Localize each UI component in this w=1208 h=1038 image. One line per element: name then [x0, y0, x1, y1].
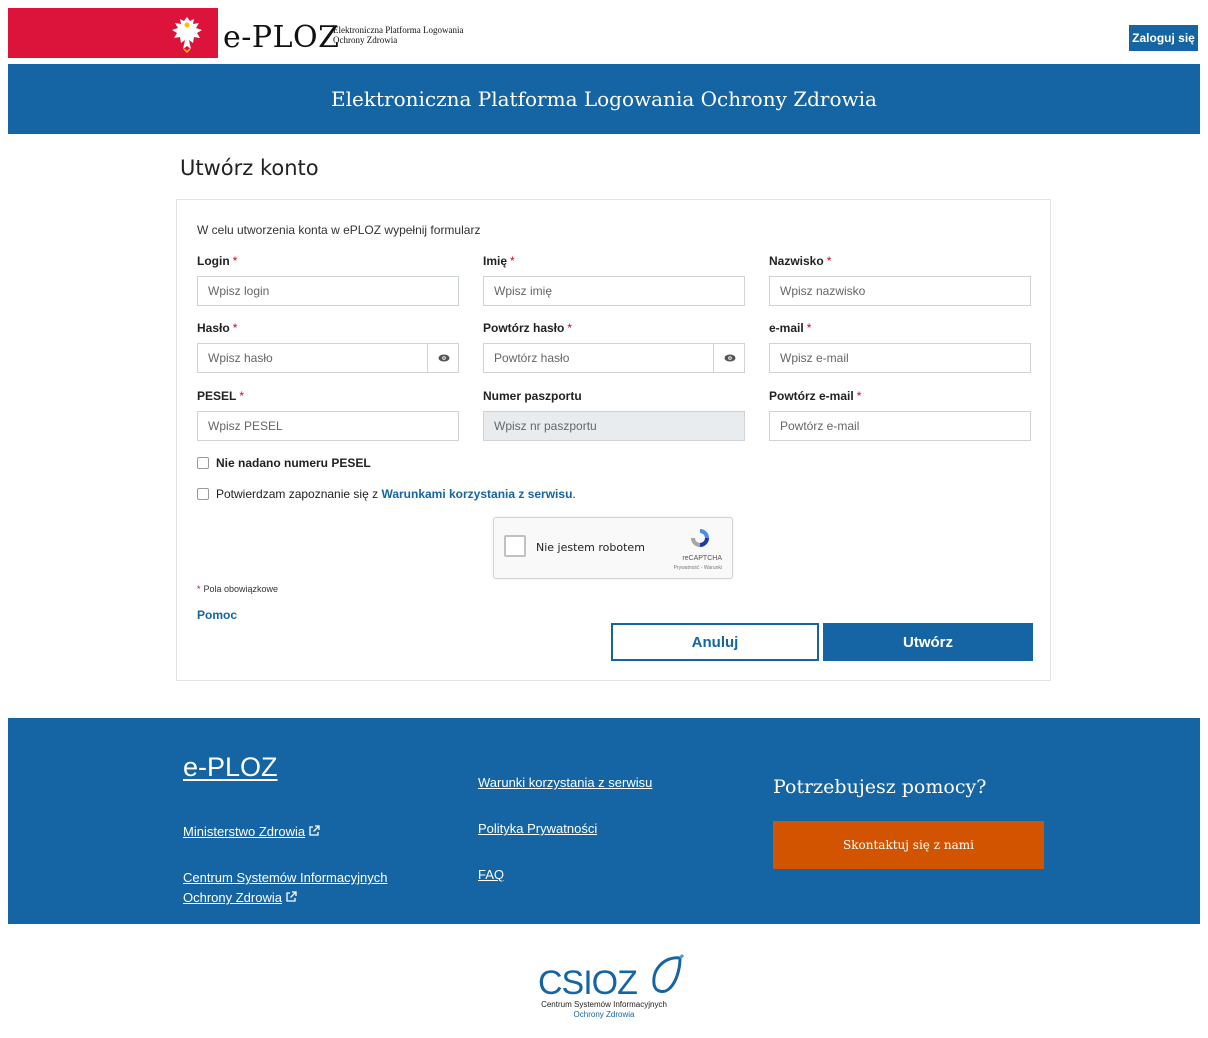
recaptcha-brand: reCAPTCHA	[682, 555, 722, 562]
external-link-icon	[309, 825, 320, 836]
bottom-logo-area: CSIOZ Centrum Systemów Informacyjnych Oc…	[8, 924, 1200, 1030]
no-pesel-row[interactable]: Nie nadano numeru PESEL	[197, 456, 371, 470]
recaptcha-checkbox[interactable]	[504, 535, 526, 557]
recaptcha-label: Nie jestem robotem	[536, 541, 645, 554]
first-name-label: Imię *	[483, 254, 515, 268]
footer-link-terms[interactable]: Warunki korzystania z serwisu	[478, 773, 652, 793]
required-note: * Pola obowiązkowe	[197, 584, 279, 594]
password-toggle[interactable]	[427, 343, 459, 373]
external-link-icon	[286, 891, 297, 902]
help-link[interactable]: Pomoc	[197, 608, 237, 622]
footer-link-faq[interactable]: FAQ	[478, 865, 504, 885]
recaptcha-links[interactable]: Prywatność - Warunki	[674, 565, 722, 571]
terms-checkbox[interactable]	[197, 488, 209, 500]
brand-sub-line1: Elektroniczna Platforma Logowania	[333, 25, 464, 35]
password-repeat-toggle[interactable]	[713, 343, 745, 373]
polish-eagle-icon	[172, 17, 202, 53]
top-bar: e-PLOZ Elektroniczna Platforma Logowania…	[8, 8, 1200, 64]
login-input[interactable]	[197, 276, 459, 306]
last-name-label: Nazwisko *	[769, 254, 832, 268]
contact-button[interactable]: Skontaktuj się z nami	[773, 821, 1044, 869]
footer-link-csioz[interactable]: Centrum Systemów Informacyjnych Ochrony …	[183, 868, 387, 908]
footer: e-PLOZ Ministerstwo Zdrowia Centrum Syst…	[8, 718, 1200, 924]
email-repeat-input[interactable]	[769, 411, 1031, 441]
csioz-logo-text: CSIOZ	[538, 964, 638, 1002]
terms-prefix: Potwierdzam zapoznanie się z	[216, 487, 379, 501]
eye-icon	[724, 354, 735, 362]
csioz-subtitle-2: Ochrony Zdrowia	[573, 1010, 635, 1019]
recaptcha-widget: Nie jestem robotem reCAPTCHA Prywatność …	[493, 517, 733, 579]
password-label: Hasło *	[197, 321, 238, 335]
create-button[interactable]: Utwórz	[823, 623, 1033, 661]
login-button[interactable]: Zaloguj się	[1129, 25, 1198, 51]
passport-input	[483, 411, 745, 441]
eye-icon	[438, 354, 449, 362]
pesel-input[interactable]	[197, 411, 459, 441]
page-title: Utwórz konto	[180, 156, 319, 180]
csioz-swoosh-icon	[652, 954, 685, 993]
footer-help-title: Potrzebujesz pomocy?	[773, 776, 987, 798]
passport-label: Numer paszportu	[483, 389, 582, 403]
terms-link[interactable]: Warunkami korzystania z serwisu	[381, 487, 572, 501]
password-repeat-input[interactable]	[483, 343, 745, 373]
pesel-label: PESEL *	[197, 389, 245, 403]
csioz-subtitle-1: Centrum Systemów Informacyjnych	[541, 1000, 667, 1009]
registration-form: W celu utworzenia konta w ePLOZ wypełnij…	[176, 199, 1051, 681]
password-repeat-label: Powtórz hasło *	[483, 321, 573, 335]
page-frame: e-PLOZ Elektroniczna Platforma Logowania…	[8, 8, 1200, 1030]
no-pesel-label: Nie nadano numeru PESEL	[216, 456, 371, 470]
password-input[interactable]	[197, 343, 459, 373]
email-input[interactable]	[769, 343, 1031, 373]
cancel-button[interactable]: Anuluj	[611, 623, 819, 661]
terms-suffix: .	[572, 487, 576, 501]
login-label: Login *	[197, 254, 238, 268]
terms-row[interactable]: Potwierdzam zapoznanie się z Warunkami k…	[197, 487, 576, 501]
footer-link-ministry[interactable]: Ministerstwo Zdrowia	[183, 822, 320, 842]
first-name-input[interactable]	[483, 276, 745, 306]
no-pesel-checkbox[interactable]	[197, 457, 209, 469]
email-label: e-mail *	[769, 321, 812, 335]
brand-sub-line2: Ochrony Zdrowia	[333, 35, 398, 45]
header-brand-subtitle: Elektroniczna Platforma Logowania Ochron…	[333, 25, 463, 45]
email-repeat-label: Powtórz e-mail *	[769, 389, 862, 403]
footer-link-privacy[interactable]: Polityka Prywatności	[478, 819, 597, 839]
footer-brand[interactable]: e-PLOZ	[183, 752, 278, 783]
last-name-input[interactable]	[769, 276, 1031, 306]
form-intro: W celu utworzenia konta w ePLOZ wypełnij…	[197, 223, 481, 237]
header-brand: e-PLOZ	[223, 20, 340, 55]
recaptcha-icon	[691, 529, 709, 547]
banner: Elektroniczna Platforma Logowania Ochron…	[8, 64, 1200, 134]
